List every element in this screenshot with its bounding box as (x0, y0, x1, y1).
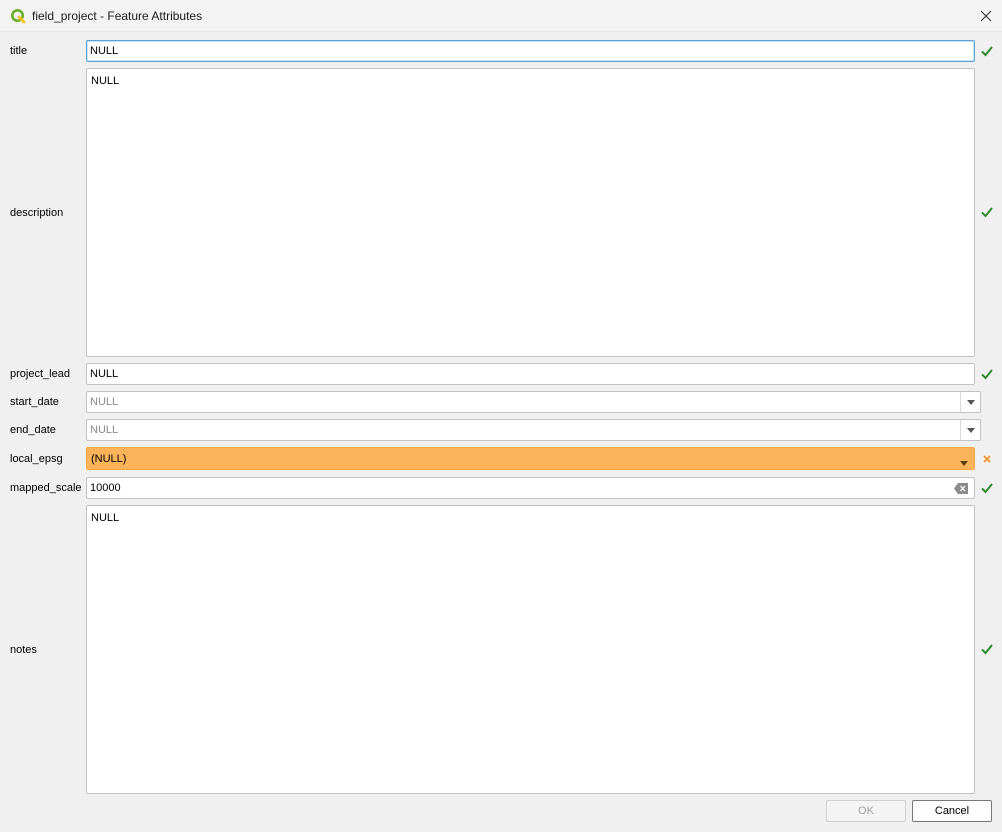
check-icon (981, 369, 993, 380)
check-icon (981, 483, 993, 494)
local-epsg-label: local_epsg (10, 453, 63, 465)
qgis-logo-icon (11, 9, 26, 24)
check-icon (981, 207, 993, 218)
start-date-dropdown-button[interactable] (960, 392, 980, 412)
ok-button[interactable]: OK (826, 800, 906, 822)
chevron-down-icon (966, 399, 975, 405)
end-date-value: NULL (90, 424, 119, 436)
mapped-scale-value: 10000 (90, 482, 121, 494)
local-epsg-dropdown-button[interactable] (960, 457, 968, 469)
mapped-scale-input[interactable]: 10000 (86, 477, 975, 499)
end-date-label: end_date (10, 424, 56, 436)
notes-textarea[interactable]: NULL (86, 505, 975, 794)
start-date-value: NULL (90, 396, 119, 408)
project-lead-value: NULL (90, 368, 119, 380)
cancel-button[interactable]: Cancel (912, 800, 992, 822)
project-lead-label: project_lead (10, 368, 70, 380)
title-label: title (10, 45, 28, 57)
description-value: NULL (91, 75, 120, 87)
check-icon (981, 644, 993, 655)
start-date-label: start_date (10, 396, 59, 408)
local-epsg-combobox[interactable]: (NULL) (86, 447, 975, 470)
close-button[interactable] (970, 0, 1002, 32)
title-input[interactable]: NULL (86, 40, 975, 62)
description-textarea[interactable]: NULL (86, 68, 975, 357)
description-label: description (10, 207, 64, 219)
notes-label: notes (10, 644, 37, 656)
mapped-scale-label: mapped_scale (10, 482, 82, 494)
window-title: field_project - Feature Attributes (32, 9, 203, 23)
chevron-down-icon (960, 461, 968, 466)
close-icon (980, 10, 992, 22)
clear-input-icon[interactable] (954, 483, 968, 494)
notes-value: NULL (91, 512, 120, 524)
title-bar: field_project - Feature Attributes (0, 0, 1002, 32)
chevron-down-icon (966, 427, 975, 433)
start-date-picker[interactable]: NULL (86, 391, 981, 413)
cross-icon (983, 455, 991, 463)
title-value: NULL (90, 45, 119, 57)
end-date-dropdown-button[interactable] (960, 420, 980, 440)
end-date-picker[interactable]: NULL (86, 419, 981, 441)
check-icon (981, 46, 993, 57)
project-lead-input[interactable]: NULL (86, 363, 975, 385)
local-epsg-value: (NULL) (91, 453, 127, 465)
